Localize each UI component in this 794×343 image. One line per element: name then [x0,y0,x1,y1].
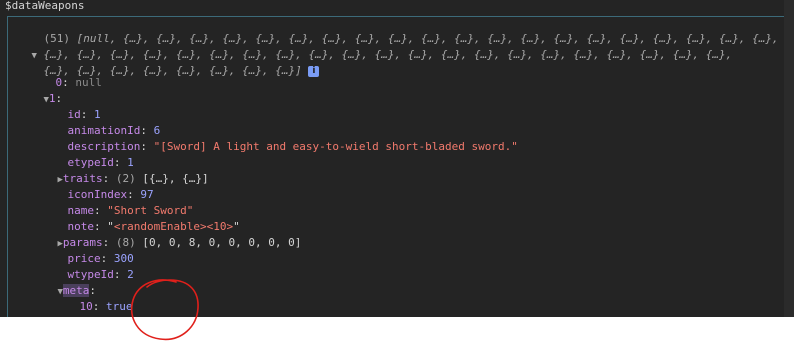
info-icon[interactable]: i [308,66,320,77]
entry-0-value: null [75,76,102,89]
devtools-console: $dataWeapons (51) [null, {…}, {…}, {…}, … [0,0,794,317]
meta-randomEnable[interactable]: randomEnable: true [53,299,199,317]
console-title: $dataWeapons [5,0,85,12]
scrollbar-gutter[interactable] [784,0,794,317]
